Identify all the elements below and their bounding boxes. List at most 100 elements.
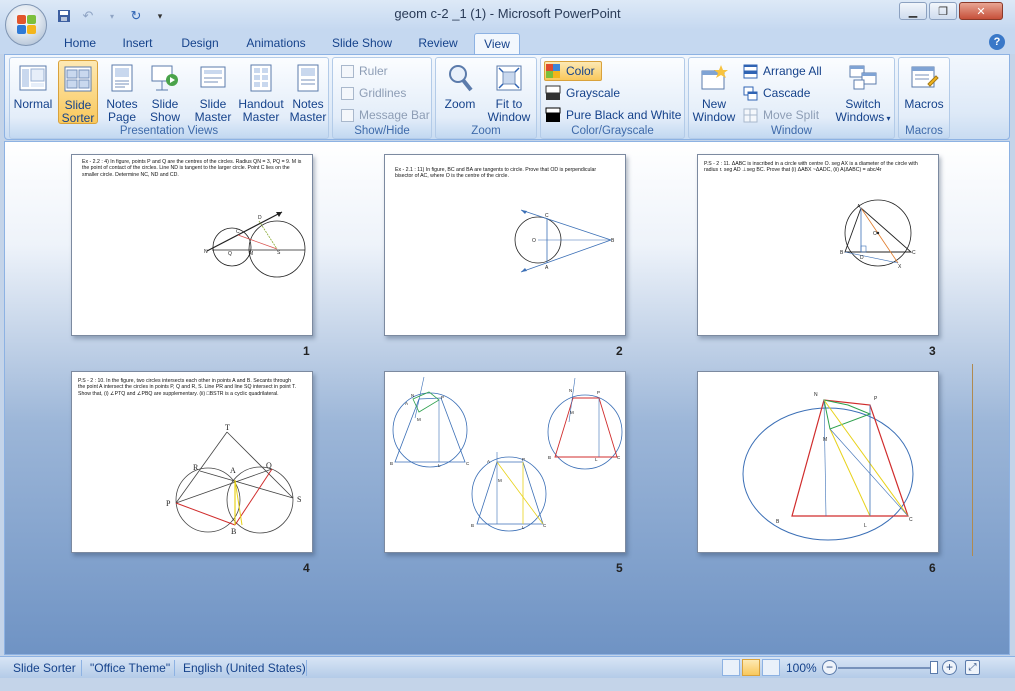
fit-to-window-button[interactable]: Fit to Window bbox=[484, 60, 534, 124]
notes-page-icon bbox=[111, 64, 133, 92]
ruler-checkbox[interactable]: Ruler bbox=[341, 61, 388, 81]
svg-text:C: C bbox=[236, 229, 240, 235]
cascade-button[interactable]: Cascade bbox=[743, 83, 810, 103]
svg-text:B: B bbox=[390, 461, 393, 466]
restore-button[interactable]: ❐ bbox=[929, 2, 957, 20]
svg-text:M: M bbox=[498, 478, 502, 483]
tab-home[interactable]: Home bbox=[54, 33, 106, 54]
view-shortcuts bbox=[722, 659, 780, 676]
slide-master-button[interactable]: Slide Master bbox=[192, 60, 234, 124]
switch-windows-button[interactable]: Switch Windows ▾ bbox=[835, 60, 891, 124]
handout-master-button[interactable]: Handout Master bbox=[236, 60, 286, 124]
ruler-check-icon bbox=[341, 64, 354, 78]
status-theme[interactable]: "Office Theme" bbox=[90, 661, 170, 675]
tab-view[interactable]: View bbox=[474, 33, 520, 54]
message-bar-checkbox[interactable]: Message Bar bbox=[341, 105, 430, 125]
notes-master-button[interactable]: Notes Master bbox=[288, 60, 328, 124]
tab-review[interactable]: Review bbox=[408, 33, 468, 54]
slide-6-diagram: N P M B L C bbox=[742, 392, 914, 541]
close-button[interactable]: ✕ bbox=[959, 2, 1003, 20]
zoom-label: Zoom bbox=[444, 97, 476, 111]
ruler-label: Ruler bbox=[359, 64, 388, 78]
zoom-slider[interactable] bbox=[838, 667, 930, 669]
status-divider bbox=[81, 660, 82, 676]
zoom-button[interactable]: Zoom bbox=[440, 60, 480, 124]
slide-5-diagram: N A P M B L C A P M B L C N P M B L C bbox=[390, 376, 623, 532]
svg-text:L: L bbox=[864, 523, 867, 529]
help-icon[interactable]: ? bbox=[989, 34, 1005, 50]
slide-master-icon bbox=[200, 66, 226, 88]
tab-design[interactable]: Design bbox=[170, 33, 230, 54]
svg-text:B: B bbox=[840, 250, 844, 256]
move-split-button[interactable]: Move Split bbox=[743, 105, 819, 125]
svg-text:A: A bbox=[230, 466, 236, 475]
zoom-out-icon[interactable]: − bbox=[822, 660, 837, 675]
fit-slide-icon[interactable]: ⤢ bbox=[965, 660, 980, 675]
slide-sorter-pane[interactable]: Ex - 2.2 : 4) In figure, points P and Q … bbox=[4, 141, 1010, 655]
macros-button[interactable]: Macros bbox=[901, 60, 947, 124]
slide-sorter-label-2: Sorter bbox=[61, 111, 95, 125]
status-view: Slide Sorter bbox=[13, 661, 76, 675]
slide-sorter-shortcut-icon[interactable] bbox=[742, 659, 760, 676]
slide-thumbnail-4[interactable]: P.S - 2 : 10. In the figure, two circles… bbox=[71, 371, 313, 553]
slide-thumbnail-2[interactable]: Ex - 2.1 : 11) In figure, BC and BA are … bbox=[384, 154, 626, 336]
message-bar-check-icon bbox=[341, 108, 354, 122]
arrange-all-button[interactable]: Arrange All bbox=[743, 61, 822, 81]
tab-animations[interactable]: Animations bbox=[236, 33, 316, 54]
status-language[interactable]: English (United States) bbox=[183, 661, 306, 675]
svg-text:P: P bbox=[441, 395, 444, 400]
slide-thumbnail-5[interactable]: N A P M B L C A P M B L C N P M B L C bbox=[384, 371, 626, 553]
svg-text:B: B bbox=[776, 519, 780, 525]
office-logo-icon bbox=[17, 15, 37, 35]
slide-thumbnail-6[interactable]: N P M B L C bbox=[697, 371, 939, 553]
fit-to-window-label-2: Window bbox=[487, 110, 531, 124]
color-grayscale-label: Color/Grayscale bbox=[571, 125, 654, 137]
svg-text:Q: Q bbox=[228, 251, 232, 257]
group-zoom: Zoom Fit to Window Zoom bbox=[435, 57, 537, 139]
slide-show-button[interactable]: Slide Show bbox=[145, 60, 185, 124]
new-window-button[interactable]: New Window bbox=[691, 60, 737, 124]
svg-text:N: N bbox=[411, 393, 414, 398]
slide-thumbnail-3[interactable]: P.S - 2 : 11. ΔABC is inscribed in a cir… bbox=[697, 154, 939, 336]
gridlines-checkbox[interactable]: Gridlines bbox=[341, 83, 406, 103]
group-presentation-views: Normal Slide Sorter Notes Page Slide Sho… bbox=[9, 57, 329, 139]
minimize-button[interactable]: ▁ bbox=[899, 2, 927, 20]
svg-text:M: M bbox=[570, 410, 574, 415]
window-group-label: Window bbox=[771, 125, 812, 137]
zoom-in-icon[interactable]: + bbox=[942, 660, 957, 675]
svg-text:C: C bbox=[617, 455, 621, 460]
handout-master-icon bbox=[250, 64, 272, 92]
slide-sorter-button[interactable]: Slide Sorter bbox=[58, 60, 98, 125]
tab-insert[interactable]: Insert bbox=[110, 33, 165, 54]
handout-master-label-2: Master bbox=[242, 110, 280, 124]
slide-number-2: 2 bbox=[616, 344, 623, 358]
slide-4-diagram: T R A Q P S B bbox=[166, 423, 301, 536]
normal-view-shortcut-icon[interactable] bbox=[722, 659, 740, 676]
svg-text:M: M bbox=[417, 417, 421, 422]
svg-text:B: B bbox=[231, 527, 236, 536]
insertion-marker bbox=[972, 364, 973, 556]
slide-number-5: 5 bbox=[616, 561, 623, 575]
slide-master-label-2: Master bbox=[194, 110, 232, 124]
notes-page-button[interactable]: Notes Page bbox=[102, 60, 142, 124]
normal-view-button[interactable]: Normal bbox=[12, 60, 54, 124]
svg-text:C: C bbox=[466, 461, 470, 466]
slide-show-icon bbox=[151, 65, 178, 91]
zoom-level[interactable]: 100% bbox=[786, 661, 817, 675]
svg-text:M: M bbox=[823, 437, 827, 443]
arrange-all-icon bbox=[743, 64, 758, 78]
grayscale-button[interactable]: Grayscale bbox=[545, 83, 620, 103]
pure-black-white-button[interactable]: Pure Black and White bbox=[545, 105, 681, 125]
status-divider bbox=[306, 660, 307, 676]
status-bar: Slide Sorter "Office Theme" English (Uni… bbox=[0, 656, 1015, 678]
tab-slide-show[interactable]: Slide Show bbox=[323, 33, 401, 54]
zoom-slider-thumb[interactable] bbox=[930, 661, 938, 674]
notes-master-label-2: Master bbox=[289, 110, 327, 124]
office-button[interactable] bbox=[5, 4, 47, 46]
slide-thumbnail-1[interactable]: Ex - 2.2 : 4) In figure, points P and Q … bbox=[71, 154, 313, 336]
color-button[interactable]: Color bbox=[544, 61, 602, 81]
notes-master-icon bbox=[297, 64, 319, 92]
group-color-grayscale: Color Grayscale Pure Black and White Col… bbox=[540, 57, 685, 139]
slide-show-shortcut-icon[interactable] bbox=[762, 659, 780, 676]
svg-text:X: X bbox=[898, 264, 902, 270]
